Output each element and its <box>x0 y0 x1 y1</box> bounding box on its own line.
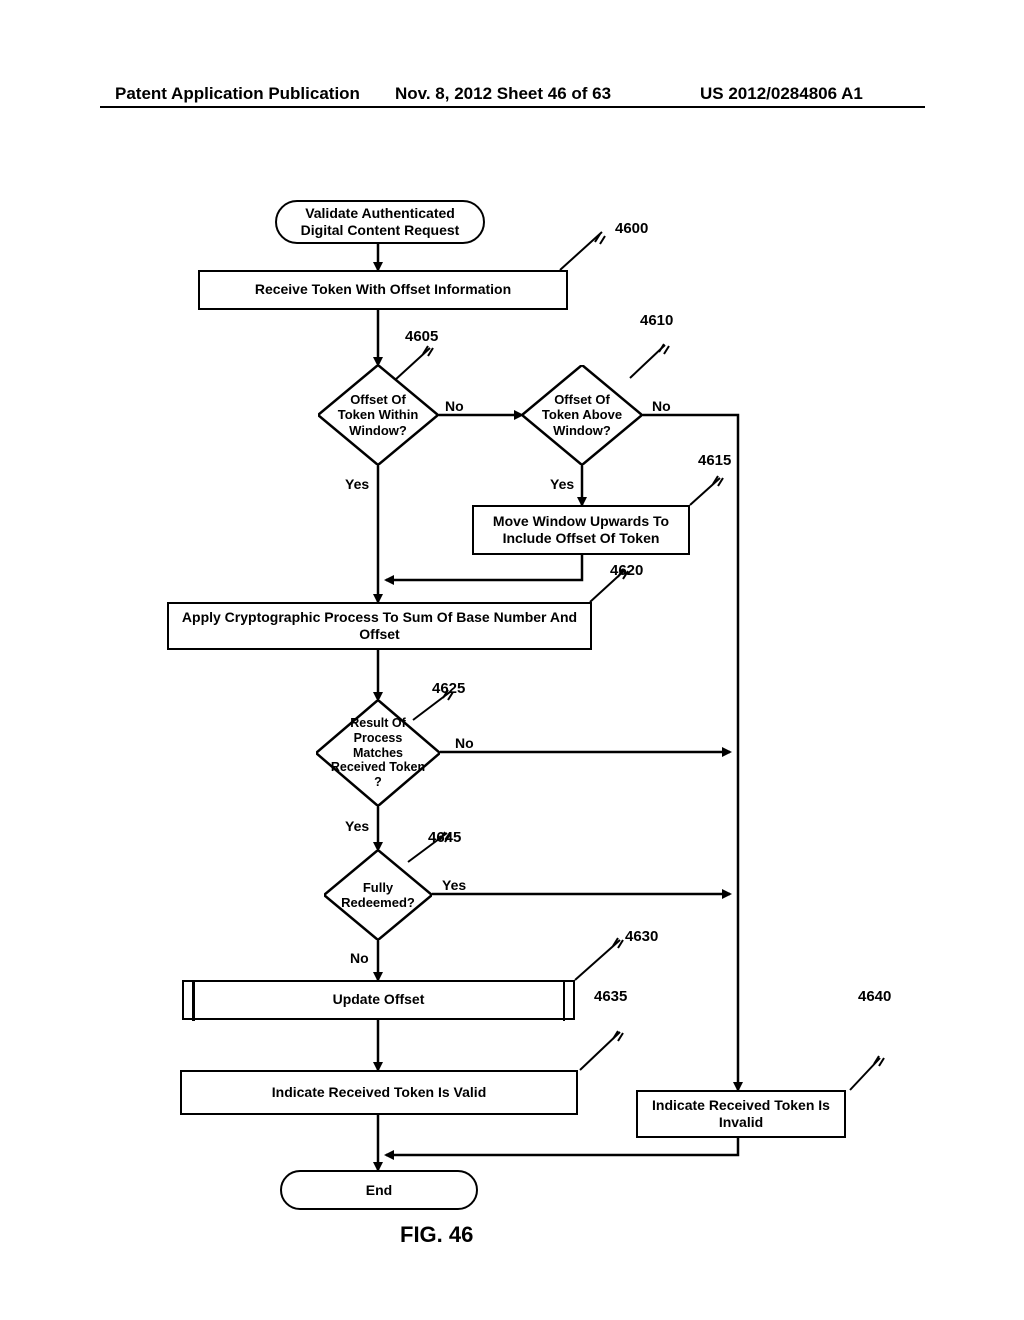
decision-4610-label: Offset Of Token Above Window? <box>522 365 642 465</box>
decision-4610: Offset Of Token Above Window? <box>522 365 642 465</box>
decision-4625: Result Of Process Matches Received Token… <box>316 700 440 806</box>
ref-4630: 4630 <box>625 928 658 945</box>
process-4615-label: Move Window Upwards To Include Offset Of… <box>480 513 682 548</box>
subroutine-4630-label: Update Offset <box>333 991 425 1009</box>
process-4615: Move Window Upwards To Include Offset Of… <box>472 505 690 555</box>
tick-icon <box>656 340 678 358</box>
end-terminator: End <box>280 1170 478 1210</box>
process-4600-label: Receive Token With Offset Information <box>255 281 511 299</box>
process-4600: Receive Token With Offset Information <box>198 270 568 310</box>
process-4620-label: Apply Cryptographic Process To Sum Of Ba… <box>175 609 584 644</box>
ref-4615: 4615 <box>698 452 731 469</box>
subroutine-4630: Update Offset <box>182 980 575 1020</box>
ref-4605: 4605 <box>405 328 438 345</box>
ref-4635: 4635 <box>594 988 627 1005</box>
edge-label-yes: Yes <box>345 818 369 834</box>
ref-4600: 4600 <box>615 220 648 237</box>
decision-4605: Offset Of Token Within Window? <box>318 365 438 465</box>
process-4635-label: Indicate Received Token Is Valid <box>272 1084 487 1102</box>
tick-icon <box>710 472 732 490</box>
decision-4645: Fully Redeemed? <box>324 850 432 940</box>
end-label: End <box>366 1182 392 1199</box>
ref-4610: 4610 <box>640 312 673 329</box>
ref-4645: 4645 <box>428 829 461 846</box>
flowchart-canvas: Validate Authenticated Digital Content R… <box>0 170 1024 1270</box>
decision-4645-label: Fully Redeemed? <box>324 850 432 940</box>
ref-4640: 4640 <box>858 988 891 1005</box>
header-date-sheet: Nov. 8, 2012 Sheet 46 of 63 <box>395 84 611 104</box>
ref-4625: 4625 <box>432 680 465 697</box>
process-4620: Apply Cryptographic Process To Sum Of Ba… <box>167 602 592 650</box>
process-4635: Indicate Received Token Is Valid <box>180 1070 578 1115</box>
decision-4605-label: Offset Of Token Within Window? <box>318 365 438 465</box>
edge-label-yes: Yes <box>345 476 369 492</box>
process-4640-label: Indicate Received Token Is Invalid <box>644 1097 838 1132</box>
header-publication: Patent Application Publication <box>115 84 360 104</box>
edge-label-no: No <box>350 950 369 966</box>
header-rule <box>100 106 925 108</box>
figure-caption: FIG. 46 <box>400 1222 473 1248</box>
edge-label-no: No <box>445 398 464 414</box>
process-4640: Indicate Received Token Is Invalid <box>636 1090 846 1138</box>
start-terminator: Validate Authenticated Digital Content R… <box>275 200 485 244</box>
decision-4625-label: Result Of Process Matches Received Token… <box>316 700 440 806</box>
tick-icon <box>592 230 614 248</box>
edge-label-yes: Yes <box>442 877 466 893</box>
edge-label-no: No <box>652 398 671 414</box>
edge-label-yes: Yes <box>550 476 574 492</box>
header-pub-number: US 2012/0284806 A1 <box>700 84 863 104</box>
tick-icon <box>871 1052 893 1070</box>
tick-icon <box>610 1027 632 1045</box>
edge-label-no: No <box>455 735 474 751</box>
start-label: Validate Authenticated Digital Content R… <box>287 205 473 239</box>
ref-4620: 4620 <box>610 562 643 579</box>
